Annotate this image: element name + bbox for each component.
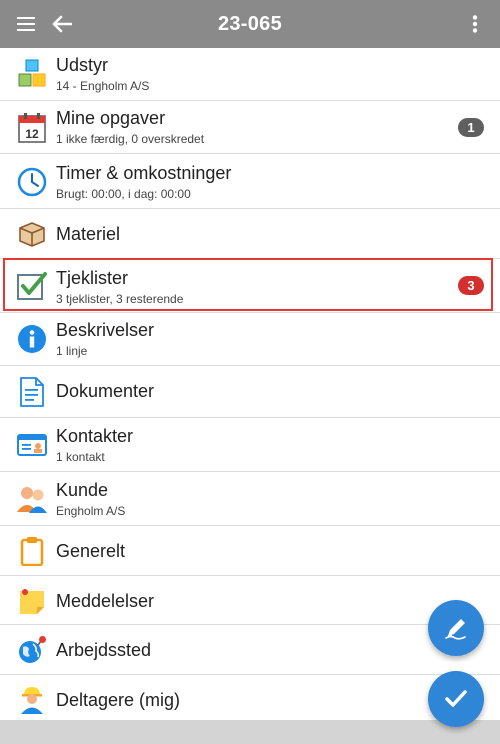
menu-list: Udstyr 14 - Engholm A/S 12 Mine opgaver …	[0, 48, 500, 725]
list-item-dokumenter[interactable]: Dokumenter	[0, 366, 500, 418]
list-item-timer-omkostninger[interactable]: Timer & omkostninger Brugt: 00:00, i dag…	[0, 154, 500, 209]
item-subtitle: 1 linje	[56, 344, 88, 358]
list-item-arbejdssted[interactable]: Arbejdssted	[0, 625, 500, 675]
list-item-materiel[interactable]: Materiel	[0, 209, 500, 259]
clipboard-icon	[16, 535, 48, 567]
item-label: Arbejdssted	[56, 640, 152, 660]
item-subtitle: 14 - Engholm A/S	[56, 79, 150, 93]
sticky-note-icon	[16, 585, 48, 617]
list-item-udstyr[interactable]: Udstyr 14 - Engholm A/S	[0, 48, 500, 101]
item-subtitle: Engholm A/S	[56, 504, 126, 518]
item-subtitle: Brugt: 00:00, i dag: 00:00	[56, 187, 191, 201]
worker-icon	[16, 684, 48, 716]
tasks-count-badge: 1	[458, 118, 484, 137]
more-vert-icon	[472, 15, 478, 33]
cubes-icon	[16, 58, 48, 90]
list-item-meddelelser[interactable]: Meddelelser	[0, 576, 500, 625]
item-label: Beskrivelser	[56, 320, 155, 340]
list-item-tjeklister[interactable]: Tjeklister 3 tjeklister, 3 resterende 3	[0, 259, 500, 313]
done-fab-button[interactable]	[428, 671, 484, 727]
item-subtitle: 3 tjeklister, 3 resterende	[56, 292, 184, 306]
globe-pin-icon	[16, 634, 48, 666]
more-options-button[interactable]	[460, 0, 490, 48]
pen-icon	[445, 619, 466, 640]
clock-icon	[16, 166, 48, 198]
document-icon	[16, 376, 48, 408]
box-icon	[16, 218, 48, 250]
list-item-deltagere[interactable]: Deltagere (mig)	[0, 675, 500, 725]
list-item-kontakter[interactable]: Kontakter 1 kontakt	[0, 418, 500, 472]
list-item-kunde[interactable]: Kunde Engholm A/S	[0, 472, 500, 526]
item-label: Kontakter	[56, 426, 134, 446]
check-icon	[445, 690, 467, 707]
item-label: Udstyr	[56, 55, 109, 75]
item-subtitle: 1 ikke færdig, 0 overskredet	[56, 132, 205, 146]
item-label: Meddelelser	[56, 591, 155, 611]
item-subtitle: 1 kontakt	[56, 450, 105, 464]
edit-fab-button[interactable]	[428, 600, 484, 656]
item-label: Mine opgaver	[56, 108, 166, 128]
list-item-mine-opgaver[interactable]: 12 Mine opgaver 1 ikke færdig, 0 overskr…	[0, 101, 500, 154]
checklists-count-badge: 3	[458, 276, 484, 295]
item-label: Timer & omkostninger	[56, 163, 232, 183]
item-label: Dokumenter	[56, 381, 155, 401]
item-label: Tjeklister	[56, 268, 129, 288]
page-title: 23-065	[217, 13, 283, 35]
app-bar: 23-065	[0, 0, 500, 48]
list-item-generelt[interactable]: Generelt	[0, 526, 500, 576]
checkbox-icon	[16, 270, 48, 302]
item-label: Materiel	[56, 224, 121, 244]
item-label: Kunde	[56, 480, 109, 500]
contact-card-icon	[16, 429, 48, 461]
info-icon	[16, 323, 48, 355]
bottom-bar	[0, 720, 500, 744]
svg-text:12: 12	[25, 127, 39, 141]
item-label: Generelt	[56, 541, 126, 561]
list-item-beskrivelser[interactable]: Beskrivelser 1 linje	[0, 313, 500, 366]
people-icon	[16, 483, 48, 515]
item-label: Deltagere (mig)	[56, 690, 181, 710]
calendar-icon: 12	[16, 112, 48, 144]
